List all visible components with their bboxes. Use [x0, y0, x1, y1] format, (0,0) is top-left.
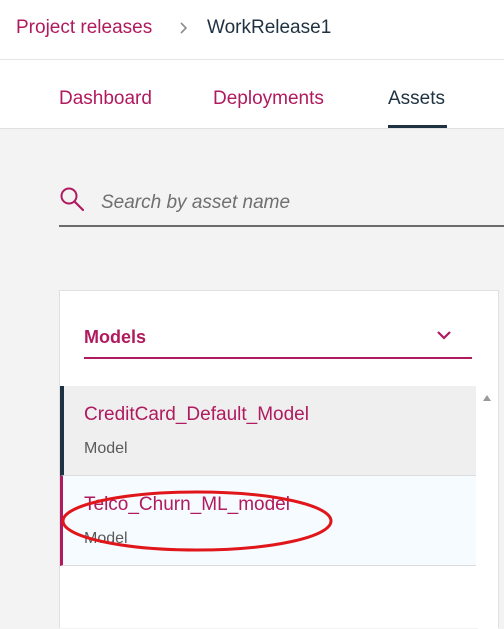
tab-deployments[interactable]: Deployments [213, 88, 324, 110]
asset-type-dropdown[interactable]: Models [84, 315, 472, 359]
asset-name-link[interactable]: Telco_Churn_ML_model [84, 494, 290, 516]
asset-name-link[interactable]: CreditCard_Default_Model [84, 404, 309, 426]
scroll-up-arrow-icon[interactable] [483, 395, 491, 401]
search-input[interactable] [99, 184, 503, 222]
asset-list-item[interactable]: Telco_Churn_ML_model Model [60, 476, 476, 566]
assets-panel: Models CreditCard_Default_Model Model Te… [59, 290, 499, 629]
active-tab-indicator [388, 125, 447, 128]
tab-bar: Dashboard Deployments Assets [0, 60, 504, 129]
search-icon [60, 187, 85, 212]
list-scrollbar[interactable] [478, 386, 498, 629]
asset-type-label: Model [84, 530, 128, 547]
tab-dashboard[interactable]: Dashboard [59, 88, 152, 110]
asset-list-item[interactable]: CreditCard_Default_Model Model [60, 386, 476, 476]
dropdown-selected-value: Models [84, 327, 147, 347]
tab-assets[interactable]: Assets [388, 88, 445, 110]
page-header: Project releases WorkRelease1 [0, 0, 504, 60]
asset-search-bar [59, 178, 504, 227]
chevron-down-icon [437, 331, 451, 340]
breadcrumb-current-release: WorkRelease1 [207, 17, 332, 38]
chevron-right-icon [180, 22, 188, 34]
breadcrumb-project-releases-link[interactable]: Project releases [16, 17, 152, 39]
asset-type-label: Model [84, 440, 128, 457]
